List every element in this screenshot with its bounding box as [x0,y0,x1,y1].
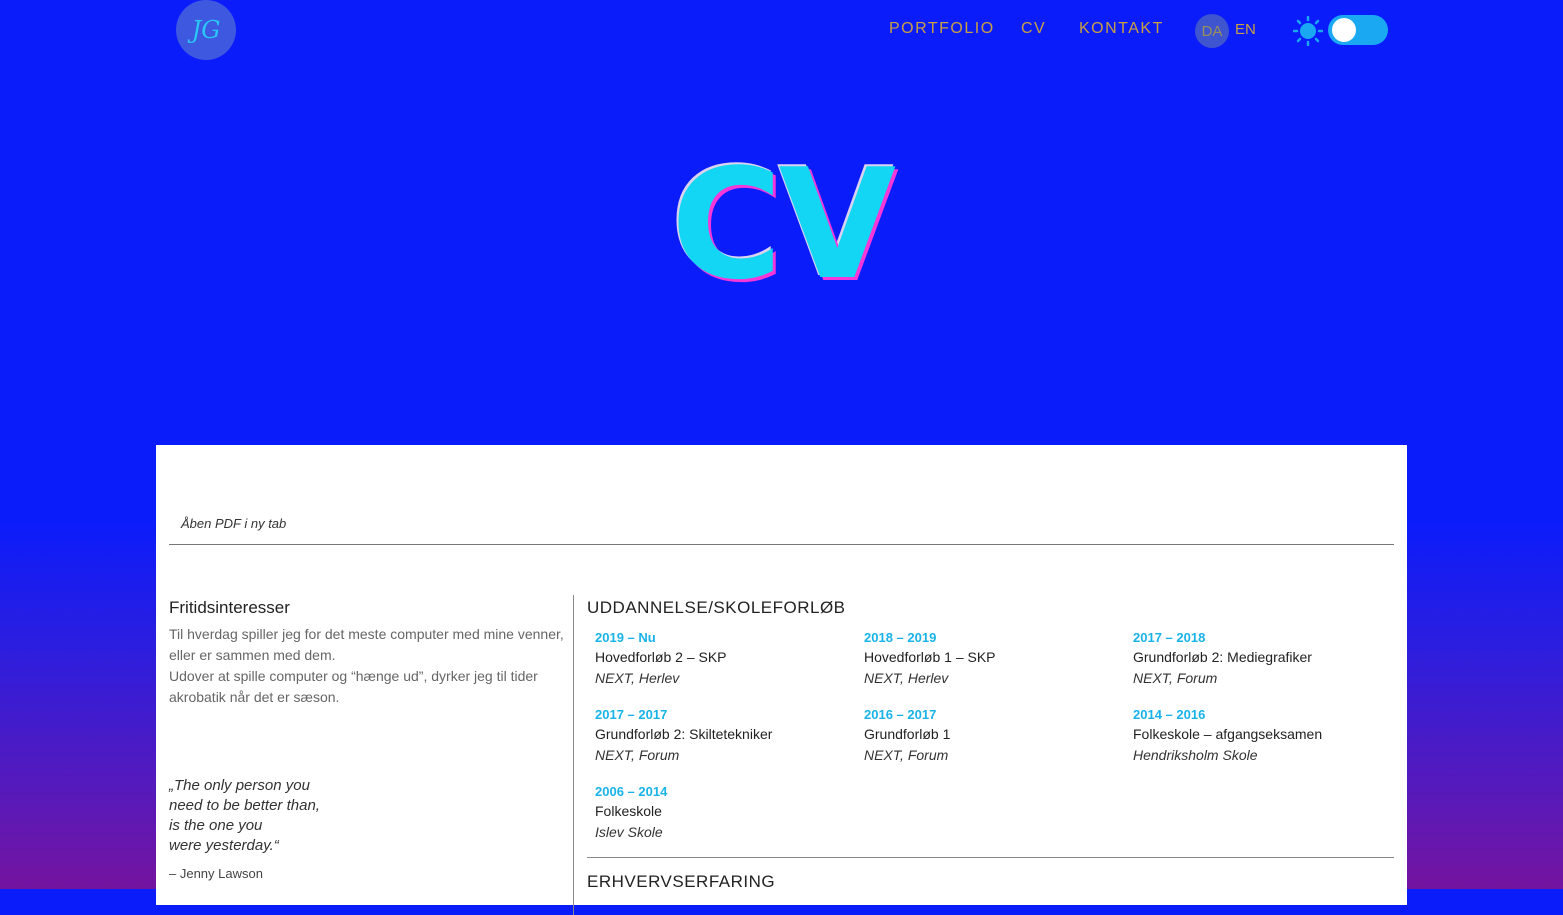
education-place: NEXT, Forum [595,747,680,763]
column-divider [573,595,574,915]
quote-line: „The only person you [169,777,310,794]
education-item: 2018 – 2019 Hovedforløb 1 – SKP NEXT, He… [864,628,1124,689]
education-years: 2019 – Nu [595,630,656,645]
quote-line: is the one you [169,817,263,834]
divider [587,857,1394,858]
education-heading: UDDANNELSE/SKOLEFORLØB [587,598,846,617]
logo-text: JG [191,16,221,44]
education-years: 2018 – 2019 [864,630,937,645]
nav-kontakt[interactable]: KONTAKT [1079,20,1164,38]
leisure-section: Fritidsinteresser Til hverdag spiller je… [169,598,564,708]
education-years: 2016 – 2017 [864,707,937,722]
education-name: Folkeskole [595,803,662,819]
logo[interactable]: JG [176,0,236,60]
cv-card: Åben PDF i ny tab Fritidsinteresser Til … [156,445,1407,915]
divider [169,544,1394,545]
language-en-button[interactable]: EN [1235,21,1256,38]
theme-toggle-knob [1332,18,1356,42]
education-name: Grundforløb 2: Skiltetekniker [595,726,773,742]
leisure-text-2: Udover at spille computer og “hænge ud”,… [169,668,538,705]
education-item: 2006 – 2014 Folkeskole Islev Skole [595,782,855,843]
education-years: 2014 – 2016 [1133,707,1206,722]
education-place: Islev Skole [595,824,663,840]
education-years: 2017 – 2018 [1133,630,1206,645]
education-years: 2006 – 2014 [595,784,668,799]
sun-icon [1293,16,1323,46]
nav-portfolio[interactable]: PORTFOLIO [889,20,995,38]
language-da-button[interactable]: DA [1195,14,1229,48]
theme-toggle[interactable] [1328,15,1388,45]
education-place: NEXT, Forum [864,747,949,763]
education-name: Folkeskole – afgangseksamen [1133,726,1323,742]
education-item: 2016 – 2017 Grundforløb 1 NEXT, Forum [864,705,1124,766]
quote: „The only person you need to be better t… [169,776,320,856]
quote-author: – Jenny Lawson [169,866,263,881]
education-item: 2017 – 2017 Grundforløb 2: Skilteteknike… [595,705,855,766]
education-item: 2019 – Nu Hovedforløb 2 – SKP NEXT, Herl… [595,628,855,689]
education-item: 2014 – 2016 Folkeskole – afgangseksamen … [1133,705,1393,766]
open-pdf-link[interactable]: Åben PDF i ny tab [181,516,286,531]
education-name: Hovedforløb 2 – SKP [595,649,727,665]
education-place: NEXT, Herlev [864,670,949,686]
education-years: 2017 – 2017 [595,707,668,722]
page-title: CV [670,136,896,313]
education-place: NEXT, Herlev [595,670,680,686]
leisure-text-1: Til hverdag spiller jeg for det meste co… [169,626,564,663]
nav-cv[interactable]: CV [1021,20,1046,38]
quote-line: were yesterday.“ [169,837,279,854]
education-item: 2017 – 2018 Grundforløb 2: Mediegrafiker… [1133,628,1393,689]
education-place: NEXT, Forum [1133,670,1218,686]
quote-line: need to be better than, [169,797,320,814]
education-name: Grundforløb 2: Mediegrafiker [1133,649,1312,665]
work-heading: ERHVERVSERFARING [587,872,776,891]
education-name: Grundforløb 1 [864,726,951,742]
education-place: Hendriksholm Skole [1133,747,1258,763]
language-da-label: DA [1201,22,1223,40]
education-name: Hovedforløb 1 – SKP [864,649,996,665]
moon-icon [1394,20,1404,40]
leisure-heading: Fritidsinteresser [169,598,290,617]
